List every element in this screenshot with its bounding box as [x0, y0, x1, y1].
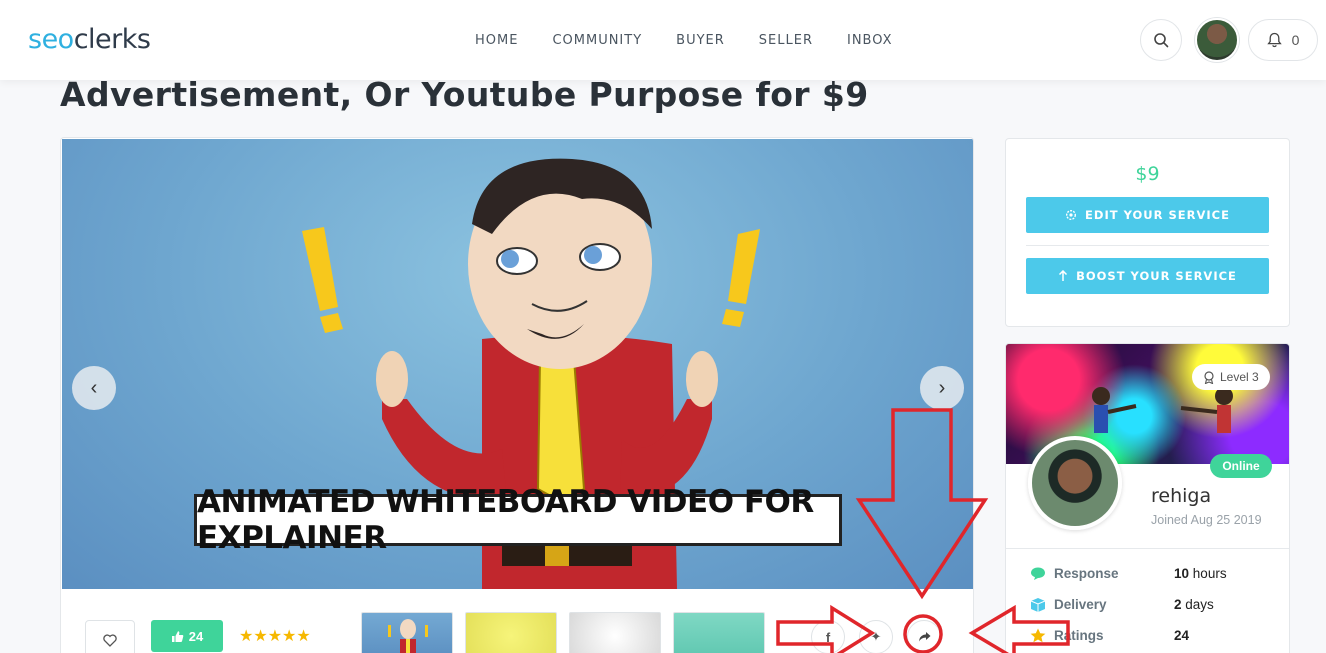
share-facebook-button[interactable]: f [811, 620, 845, 653]
gallery-thumbnail-3[interactable] [569, 612, 661, 653]
nav-seller[interactable]: SELLER [759, 33, 813, 48]
seller-avatar[interactable] [1028, 436, 1122, 530]
arrow-up-icon [1059, 270, 1068, 281]
nav-inbox[interactable]: INBOX [847, 33, 893, 48]
facebook-icon: f [825, 629, 831, 645]
seller-level-badge: Level 3 [1192, 364, 1270, 390]
gallery-main-image: ANIMATED WHITEBOARD VIDEO FOR EXPLAINER … [62, 139, 973, 589]
top-navigation-bar: seoclerks HOME COMMUNITY BUYER SELLER IN… [0, 0, 1326, 80]
nav-buyer[interactable]: BUYER [676, 33, 725, 48]
gallery-thumbnail-1[interactable] [361, 612, 453, 653]
chat-bubble-icon [1031, 567, 1045, 580]
user-avatar[interactable] [1195, 18, 1239, 62]
chevron-right-icon: › [938, 376, 946, 399]
site-logo[interactable]: seoclerks [28, 24, 151, 55]
notification-count: 0 [1291, 32, 1300, 48]
seller-username[interactable]: rehiga [1151, 485, 1211, 507]
share-button[interactable] [907, 620, 941, 653]
gallery-thumbnail-2[interactable] [465, 612, 557, 653]
main-nav: HOME COMMUNITY BUYER SELLER INBOX [475, 33, 927, 48]
stat-delivery: Delivery 2 days [1030, 597, 1270, 612]
chevron-left-icon: ‹ [90, 376, 98, 399]
star-icon [1030, 628, 1046, 643]
box-icon [1030, 598, 1046, 612]
gear-icon [1066, 209, 1077, 221]
seller-card-divider [1006, 548, 1289, 549]
likes-count: 24 [188, 628, 204, 644]
notifications-button[interactable]: 0 [1248, 19, 1318, 61]
nav-community[interactable]: COMMUNITY [552, 33, 642, 48]
bell-icon [1266, 32, 1282, 48]
stat-ratings: Ratings 24 [1030, 628, 1270, 643]
service-price: $9 [1135, 163, 1160, 185]
gallery-prev-button[interactable]: ‹ [72, 366, 116, 410]
search-icon [1154, 33, 1169, 48]
heart-icon [103, 633, 117, 647]
nav-home[interactable]: HOME [475, 33, 518, 48]
seller-joined-date: Joined Aug 25 2019 [1151, 513, 1262, 527]
page-title: Advertisement, Or Youtube Purpose for $9 [60, 75, 869, 114]
service-gallery: ANIMATED WHITEBOARD VIDEO FOR EXPLAINER … [60, 137, 974, 653]
edit-service-button[interactable]: EDIT YOUR SERVICE [1026, 197, 1269, 233]
thumbs-up-icon [171, 630, 184, 642]
badge-icon [1204, 370, 1214, 384]
share-arrow-icon [918, 632, 930, 642]
likes-badge: 24 [151, 620, 223, 652]
rating-stars: ★★★★★ [239, 628, 311, 645]
price-card: $9 EDIT YOUR SERVICE BOOST YOUR SERVICE [1005, 138, 1290, 327]
online-status-badge: Online [1210, 454, 1272, 478]
twitter-icon: ✦ [870, 629, 882, 644]
boost-service-button[interactable]: BOOST YOUR SERVICE [1026, 258, 1269, 294]
price-card-divider [1026, 245, 1269, 246]
share-twitter-button[interactable]: ✦ [859, 620, 893, 653]
search-button[interactable] [1140, 19, 1182, 61]
gallery-next-button[interactable]: › [920, 366, 964, 410]
favorite-button[interactable] [85, 620, 135, 653]
gallery-thumbnail-4[interactable] [673, 612, 765, 653]
seller-card: Level 3 Online rehiga Joined Aug 25 2019… [1005, 343, 1290, 653]
stat-response: Response 10 hours [1030, 566, 1270, 581]
gallery-controls: 24 ★★★★★ f ✦ [61, 590, 973, 653]
gallery-banner-text: ANIMATED WHITEBOARD VIDEO FOR EXPLAINER [194, 484, 842, 556]
